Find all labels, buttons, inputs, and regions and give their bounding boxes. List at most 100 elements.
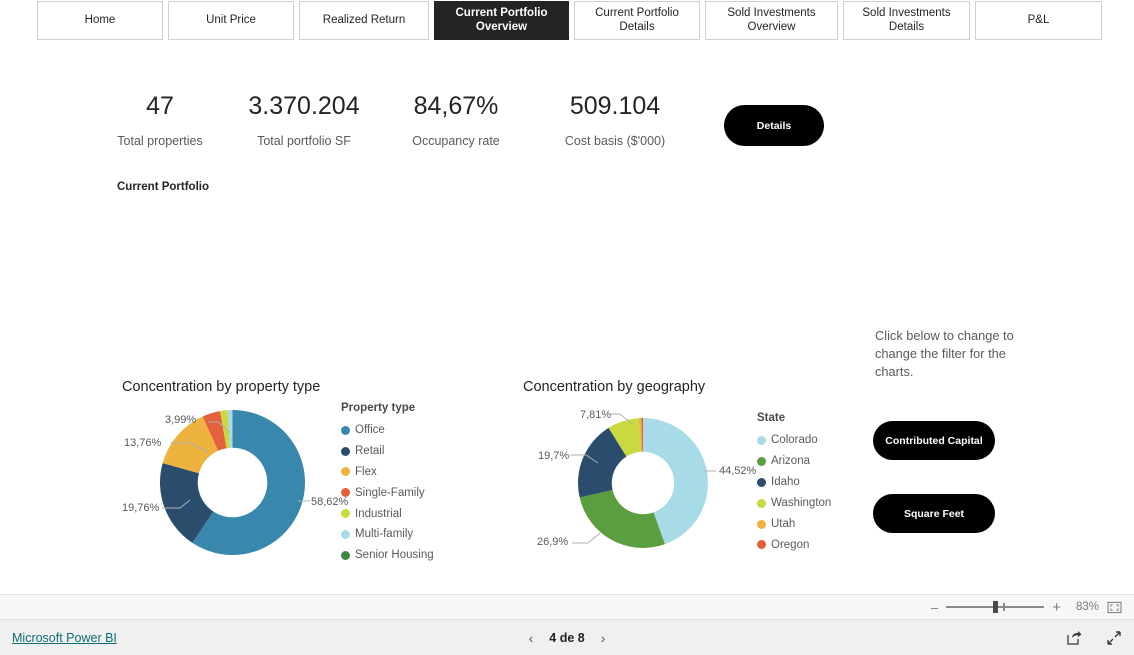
data-label-arizona-269: 26,9% xyxy=(537,536,569,548)
kpi-value: 3.370.204 xyxy=(248,92,360,120)
legend-geography: State Colorado Arizona Idaho Washington … xyxy=(757,412,831,555)
donut-svg xyxy=(160,410,305,555)
chart-title-property-type: Concentration by property type xyxy=(122,379,321,395)
fullscreen-icon[interactable] xyxy=(1106,630,1122,646)
details-button-label: Details xyxy=(756,119,792,132)
legend-swatch-icon xyxy=(341,446,350,456)
zoom-in-button[interactable]: + xyxy=(1052,600,1061,615)
tab-label: Sold Investments Details xyxy=(862,7,951,33)
data-label-idaho-197: 19,7% xyxy=(538,450,570,462)
legend-title: Property type xyxy=(341,402,416,414)
kpi-row: 47 Total properties 3.370.204 Total port… xyxy=(0,88,1134,164)
page-navigation: ‹ 4 de 8 › xyxy=(529,631,606,645)
legend-label: Oregon xyxy=(771,538,810,551)
donut-svg xyxy=(578,418,708,548)
legend-swatch-icon xyxy=(757,540,766,550)
fit-to-page-icon[interactable] xyxy=(1107,601,1122,614)
zoom-slider-thumb[interactable] xyxy=(993,601,999,613)
legend-swatch-icon xyxy=(757,498,766,508)
footer-bar: Microsoft Power BI ‹ 4 de 8 › xyxy=(0,620,1134,655)
tab-pl[interactable]: P&L xyxy=(975,1,1102,40)
microsoft-power-bi-link[interactable]: Microsoft Power BI xyxy=(12,631,117,645)
zoom-percent-label: 83% xyxy=(1075,601,1099,613)
donut-chart-property-type[interactable] xyxy=(160,410,305,555)
legend-swatch-icon xyxy=(341,509,350,519)
tab-label: Current Portfolio Overview xyxy=(455,7,548,33)
legend-item-flex[interactable]: Flex xyxy=(341,462,434,483)
data-label-colorado-4452: 44,52% xyxy=(719,465,757,477)
legend-label: Idaho xyxy=(771,476,800,489)
legend-title: State xyxy=(757,412,786,424)
kpi-label: Total properties xyxy=(117,133,203,148)
legend-item-single-family[interactable]: Single-Family xyxy=(341,482,434,503)
tab-label: Unit Price xyxy=(206,13,256,26)
kpi-value: 47 xyxy=(146,92,174,120)
data-label-retail-1976: 19,76% xyxy=(122,502,160,514)
legend-label: Senior Housing xyxy=(355,549,434,562)
legend-label: Retail xyxy=(355,445,385,458)
powerbi-report-page: Home Unit Price Realized Return Current … xyxy=(0,0,1134,655)
contributed-capital-button[interactable]: Contributed Capital xyxy=(873,421,995,460)
legend-swatch-icon xyxy=(757,519,766,529)
legend-swatch-icon xyxy=(341,467,350,477)
kpi-label: Occupancy rate xyxy=(412,133,500,148)
legend-label: Flex xyxy=(355,465,377,478)
tab-label: Current Portfolio Details xyxy=(595,7,679,33)
tab-current-portfolio-overview[interactable]: Current Portfolio Overview xyxy=(434,1,569,40)
legend-item-colorado[interactable]: Colorado xyxy=(757,430,831,451)
tab-sold-investments-details[interactable]: Sold Investments Details xyxy=(843,1,970,40)
data-label-office-399: 3,99% xyxy=(165,414,197,426)
legend-item-senior-housing[interactable]: Senior Housing xyxy=(341,545,434,566)
legend-item-arizona[interactable]: Arizona xyxy=(757,451,831,472)
tab-label: P&L xyxy=(1027,13,1050,26)
tab-bar: Home Unit Price Realized Return Current … xyxy=(0,0,1134,42)
legend-label: Washington xyxy=(771,497,832,510)
details-button[interactable]: Details xyxy=(724,105,824,146)
legend-item-office[interactable]: Office xyxy=(341,420,434,441)
previous-page-button[interactable]: ‹ xyxy=(529,631,534,645)
donut-slice-arizona[interactable] xyxy=(579,489,665,548)
kpi-label: Cost basis ($'000) xyxy=(564,133,666,148)
legend-item-idaho[interactable]: Idaho xyxy=(757,472,831,493)
chart-title-geography: Concentration by geography xyxy=(523,379,706,395)
tab-label: Sold Investments Overview xyxy=(727,7,816,33)
filter-hint-text: Click below to change to change the filt… xyxy=(875,328,1014,380)
legend-item-utah[interactable]: Utah xyxy=(757,514,831,535)
kpi-cost-basis: 509.104 Cost basis ($'000) xyxy=(540,92,690,148)
tab-unit-price[interactable]: Unit Price xyxy=(168,1,294,40)
kpi-value: 509.104 xyxy=(569,92,661,120)
kpi-total-portfolio-sf: 3.370.204 Total portfolio SF xyxy=(238,92,370,148)
next-page-button[interactable]: › xyxy=(601,631,606,645)
footer-actions xyxy=(1066,630,1122,646)
kpi-label: Total portfolio SF xyxy=(257,133,351,148)
donut-chart-geography[interactable] xyxy=(578,418,708,548)
legend-swatch-icon xyxy=(757,477,766,487)
legend-label: Office xyxy=(355,424,385,437)
legend-item-washington[interactable]: Washington xyxy=(757,493,831,514)
tab-current-portfolio-details[interactable]: Current Portfolio Details xyxy=(574,1,700,40)
legend-item-multi-family[interactable]: Multi-family xyxy=(341,524,434,545)
legend-item-oregon[interactable]: Oregon xyxy=(757,534,831,555)
legend-property-type: Property type Office Retail Flex Single-… xyxy=(341,402,434,566)
legend-item-industrial[interactable]: Industrial xyxy=(341,503,434,524)
legend-label: Multi-family xyxy=(355,528,414,541)
legend-item-retail[interactable]: Retail xyxy=(341,441,434,462)
legend-label: Utah xyxy=(771,518,796,530)
legend-label: Arizona xyxy=(771,455,810,468)
page-indicator: 4 de 8 xyxy=(549,630,585,645)
legend-label: Colorado xyxy=(771,434,818,447)
legend-label: Single-Family xyxy=(355,486,425,499)
zoom-slider[interactable] xyxy=(946,600,1045,614)
share-icon[interactable] xyxy=(1066,630,1082,646)
tab-sold-investments-overview[interactable]: Sold Investments Overview xyxy=(705,1,838,40)
legend-swatch-icon xyxy=(757,435,766,445)
contributed-capital-label: Contributed Capital xyxy=(885,434,983,447)
zoom-out-button[interactable]: – xyxy=(931,601,938,614)
square-feet-button[interactable]: Square Feet xyxy=(873,494,995,533)
tab-home[interactable]: Home xyxy=(37,1,163,40)
legend-swatch-icon xyxy=(341,425,350,435)
tab-realized-return[interactable]: Realized Return xyxy=(299,1,429,40)
section-title: Current Portfolio xyxy=(117,181,209,193)
legend-swatch-icon xyxy=(341,550,350,560)
data-label-washington-781: 7,81% xyxy=(580,409,612,421)
